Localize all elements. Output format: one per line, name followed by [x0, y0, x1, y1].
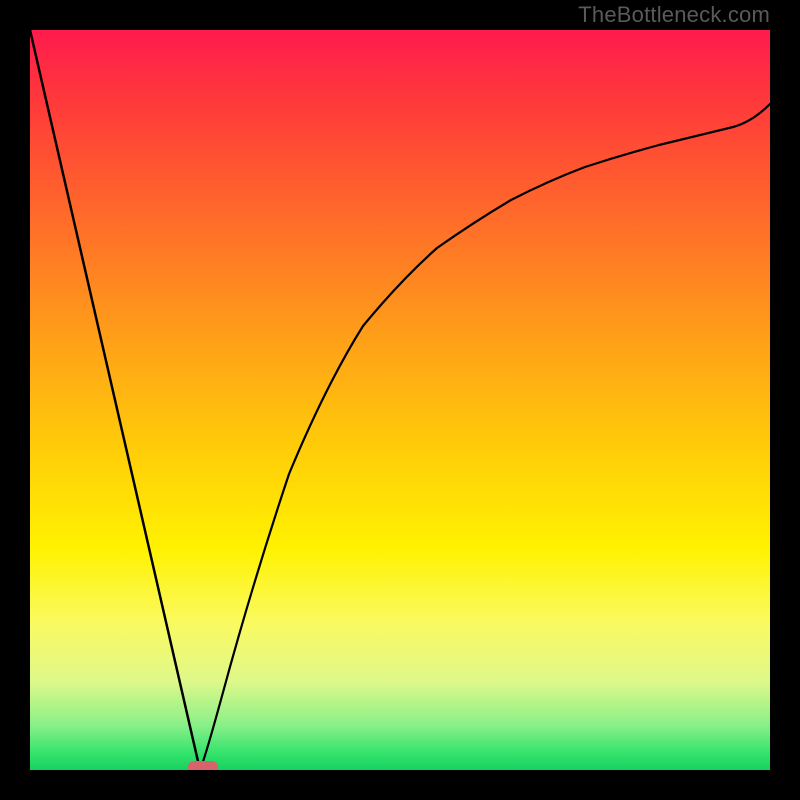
- plot-area: [30, 30, 770, 770]
- curve-left-segment: [30, 30, 200, 770]
- chart-container: TheBottleneck.com: [0, 0, 800, 800]
- curve-right-segment: [200, 104, 770, 770]
- chart-svg: [30, 30, 770, 770]
- watermark-text: TheBottleneck.com: [578, 2, 770, 28]
- min-marker: [188, 761, 218, 770]
